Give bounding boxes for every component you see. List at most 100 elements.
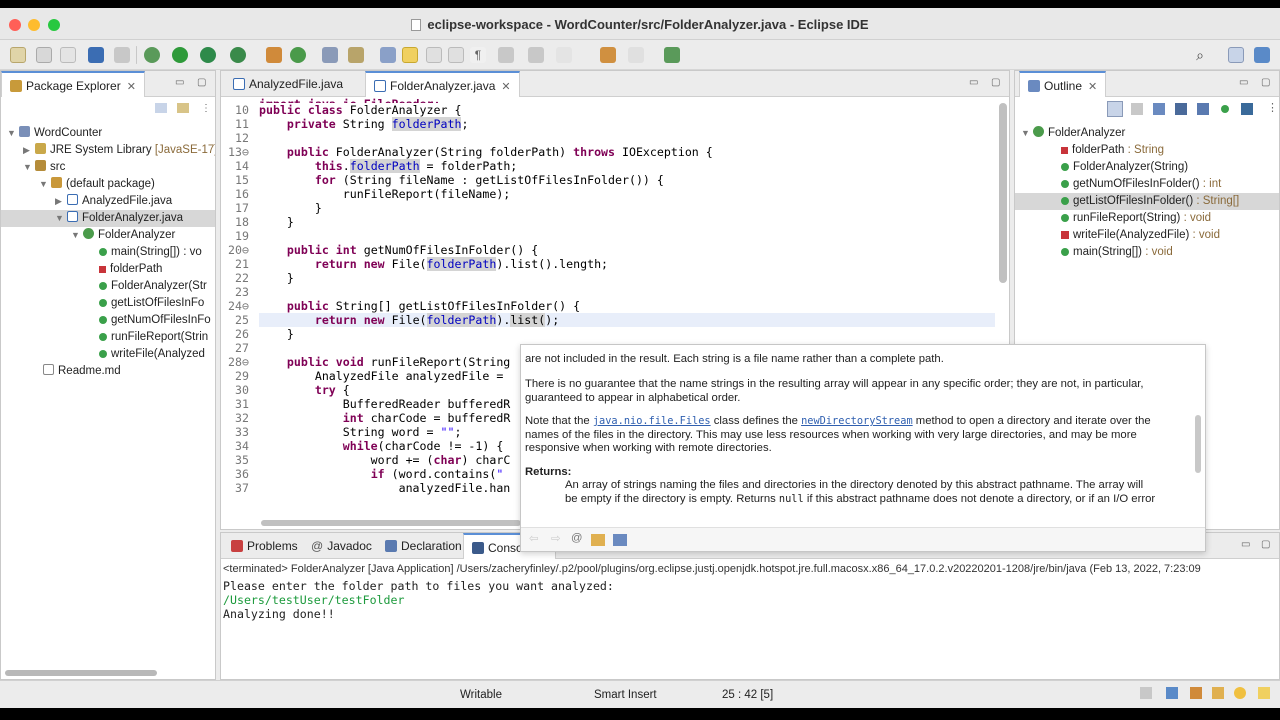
tree-item-folderpath[interactable]: folderPath (99, 261, 162, 278)
bookmarks-icon[interactable] (1166, 687, 1178, 699)
tasks-icon[interactable] (1190, 687, 1202, 699)
back-icon[interactable] (600, 47, 616, 63)
tab-package-explorer[interactable]: Package Explorer ✕ (1, 71, 145, 97)
forward-icon[interactable] (628, 47, 644, 63)
heap-icon[interactable] (1140, 687, 1152, 699)
tree-item-readme[interactable]: Readme.md (43, 363, 121, 380)
tab-analyzedfile[interactable]: AnalyzedFile.java (225, 71, 351, 97)
run-icon[interactable] (172, 47, 188, 63)
forward-icon[interactable]: ⇨ (551, 532, 560, 545)
outline-item-class[interactable]: ▼ FolderAnalyzer (1021, 125, 1125, 142)
tree-item-getlist[interactable]: getListOfFilesInFo (99, 295, 204, 312)
open-external-icon[interactable] (613, 534, 627, 546)
console-output[interactable]: <terminated> FolderAnalyzer [Java Applic… (221, 559, 1279, 679)
outline-item-writefile[interactable]: writeFile(AnalyzedFile) : void (1061, 227, 1220, 244)
link-with-editor-icon[interactable] (177, 103, 189, 113)
coverage-icon[interactable] (200, 47, 216, 63)
maximize-icon[interactable]: ▢ (1261, 77, 1270, 88)
notifications-icon[interactable] (1258, 687, 1270, 699)
minimize-icon[interactable]: ▭ (1241, 539, 1250, 550)
outline-item-runfilereport[interactable]: runFileReport(String) : void (1061, 210, 1211, 227)
toggle-mark-occurrences-icon[interactable] (380, 47, 396, 63)
outline-item-getnum[interactable]: getNumOfFilesInFolder() : int (1061, 176, 1221, 193)
hide-local-types-icon[interactable] (1221, 105, 1229, 113)
view-menu-icon[interactable]: ⋮ (201, 103, 211, 115)
tab-declaration[interactable]: Declaration (377, 533, 470, 559)
tab-javadoc[interactable]: @ Javadoc (303, 533, 380, 559)
collapse-all-icon[interactable] (155, 103, 167, 113)
tree-item-src[interactable]: ▼ src (23, 159, 65, 176)
view-menu-icon[interactable]: ⋮ (1267, 101, 1278, 114)
word-wrap-icon[interactable] (448, 47, 464, 63)
java-perspective-icon[interactable] (1254, 47, 1270, 63)
outline-item-field[interactable]: folderPath : String (1061, 142, 1164, 159)
horizontal-scrollbar[interactable] (261, 520, 521, 526)
debug-icon[interactable] (144, 47, 160, 63)
close-tab-icon[interactable]: ✕ (501, 81, 510, 93)
new-icon[interactable] (10, 47, 26, 63)
outline-item-main[interactable]: main(String[]) : void (1061, 244, 1173, 261)
outline-item-getlist[interactable]: getListOfFilesInFolder() : String[] (1015, 193, 1279, 210)
new-java-package-icon[interactable] (266, 47, 282, 63)
open-perspective-icon[interactable] (1228, 47, 1244, 63)
sort-icon[interactable] (1107, 101, 1123, 117)
tab-folderanalyzer[interactable]: FolderAnalyzer.java ✕ (365, 71, 520, 97)
close-tab-icon[interactable]: ✕ (127, 81, 136, 93)
vertical-scrollbar[interactable] (999, 103, 1007, 283)
tree-item-runfilereport[interactable]: runFileReport(Strin (99, 329, 208, 346)
files-link[interactable]: java.nio.file.Files (593, 415, 711, 427)
collapse-all-icon[interactable] (1131, 103, 1143, 115)
tree-item-project[interactable]: ▼ WordCounter (7, 125, 102, 142)
maximize-icon[interactable]: ▢ (197, 77, 206, 88)
tree-item-main[interactable]: main(String[]) : vo (99, 244, 202, 261)
tree-item-writefile[interactable]: writeFile(Analyzed (99, 346, 205, 363)
maximize-icon[interactable]: ▢ (991, 77, 1000, 88)
minimize-icon[interactable]: ▭ (175, 77, 184, 88)
horizontal-scrollbar[interactable] (5, 670, 157, 676)
tree-item-jre[interactable]: ▶ JRE System Library [JavaSE-17] (23, 142, 215, 159)
method-icon (1061, 197, 1069, 205)
minimize-icon[interactable]: ▭ (1239, 77, 1248, 88)
skip-breakpoints-icon[interactable] (114, 47, 130, 63)
hide-nonpublic-icon[interactable] (1197, 103, 1209, 115)
tree-item-getnum[interactable]: getNumOfFilesInFo (99, 312, 211, 329)
terminal-icon[interactable] (88, 47, 104, 63)
previous-annotation-icon[interactable] (528, 47, 544, 63)
save-icon[interactable] (36, 47, 52, 63)
external-tools-icon[interactable] (230, 47, 246, 63)
link-with-editor-icon[interactable] (1241, 103, 1253, 115)
back-icon[interactable]: ⇦ (529, 532, 538, 545)
next-annotation-icon[interactable] (498, 47, 514, 63)
updates-icon[interactable] (1234, 687, 1246, 699)
last-edit-location-icon[interactable] (556, 47, 572, 63)
close-tab-icon[interactable]: ✕ (1088, 81, 1097, 93)
javadoc-view-icon[interactable]: @ (571, 532, 582, 544)
highlight-icon[interactable] (402, 47, 418, 63)
tree-item-folderanalyzer-java[interactable]: ▼ FolderAnalyzer.java (1, 210, 215, 227)
tab-outline[interactable]: Outline ✕ (1019, 71, 1107, 97)
newdirectorystream-link[interactable]: newDirectoryStream (801, 415, 913, 427)
save-all-icon[interactable] (60, 47, 76, 63)
outline-item-constructor[interactable]: FolderAnalyzer(String) (1061, 159, 1188, 176)
javadoc-hover-popup[interactable]: are not included in the result. Each str… (520, 344, 1206, 552)
doc-text: method to open a directory and iterate o… (915, 415, 1151, 427)
new-java-class-icon[interactable] (290, 47, 306, 63)
tree-item-constructor[interactable]: FolderAnalyzer(Str (99, 278, 207, 295)
minimize-icon[interactable]: ▭ (969, 77, 978, 88)
hide-static-icon[interactable] (1175, 103, 1187, 115)
search-icon[interactable]: ⌕ (1192, 47, 1208, 63)
open-type-icon[interactable] (322, 47, 338, 63)
show-whitespace-icon[interactable]: ¶ (470, 47, 486, 63)
search-tool-icon[interactable] (348, 47, 364, 63)
hide-fields-icon[interactable] (1153, 103, 1165, 115)
pin-editor-icon[interactable] (664, 47, 680, 63)
tab-problems[interactable]: Problems (223, 533, 306, 559)
tree-item-folderanalyzer-class[interactable]: ▼ FolderAnalyzer (71, 227, 175, 244)
tree-item-default-package[interactable]: ▼ (default package) (39, 176, 155, 193)
git-icon[interactable] (1212, 687, 1224, 699)
maximize-icon[interactable]: ▢ (1261, 539, 1270, 550)
open-declaration-icon[interactable] (591, 534, 605, 546)
popup-scrollbar[interactable] (1195, 415, 1201, 473)
tree-item-analyzedfile[interactable]: ▶ AnalyzedFile.java (55, 193, 172, 210)
block-selection-icon[interactable] (426, 47, 442, 63)
